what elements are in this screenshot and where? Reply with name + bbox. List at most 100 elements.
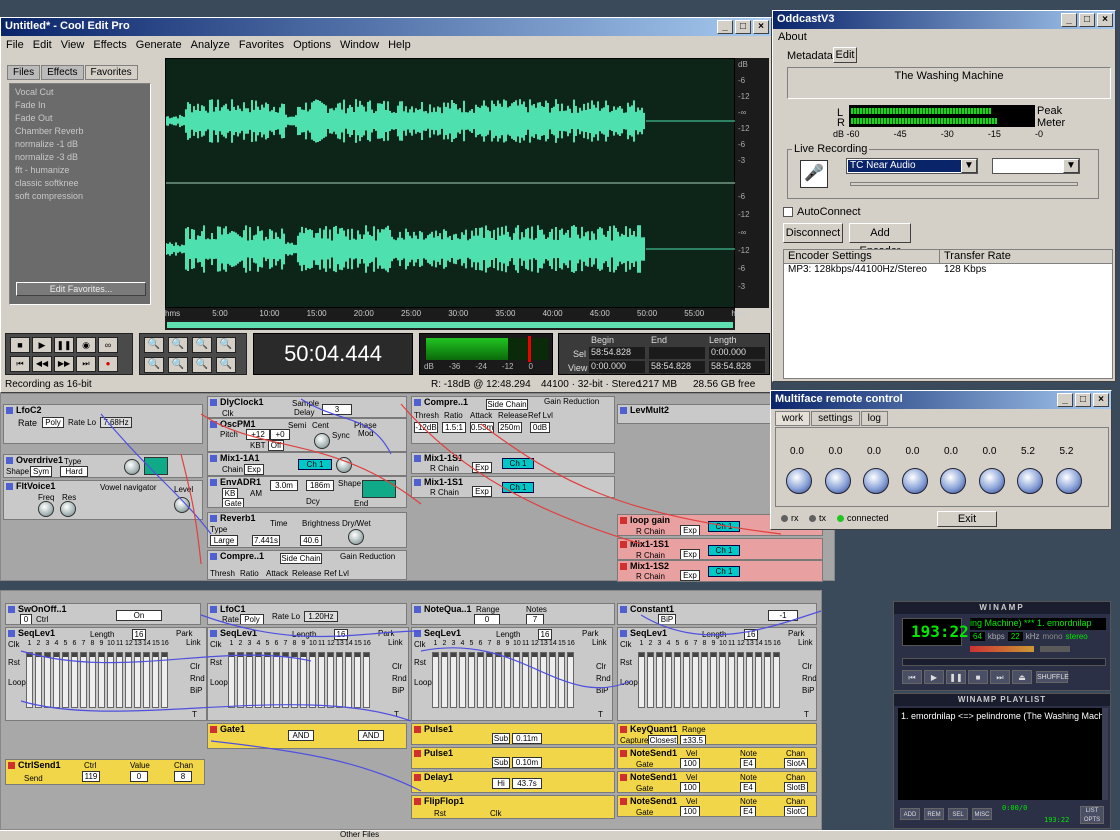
module-envadr[interactable]: EnvADR1 KB Gate AM 3.0m 186m Shape Dcy E… [207,476,407,508]
step-slider[interactable] [255,652,262,708]
shuffle-button[interactable]: SHUFFLE [1036,671,1069,683]
tab-work[interactable]: work [775,411,811,426]
reverb-drywet-knob[interactable] [348,529,364,545]
favorite-item[interactable]: normalize -3 dB [15,152,145,165]
step-slider[interactable] [450,652,457,708]
step-slider[interactable] [719,652,726,708]
module-mix1-1s1-a[interactable]: Mix1-1S1 R Chain Exp Ch 1 [411,452,615,474]
step-slider[interactable] [728,652,735,708]
minimize-button[interactable]: _ [1061,13,1077,27]
maximize-button[interactable]: □ [1075,393,1091,407]
fltvoice-level-knob[interactable] [174,497,190,513]
playlist-rem-button[interactable]: REM [924,808,944,820]
step-slider[interactable] [683,652,690,708]
step-slider[interactable] [441,652,448,708]
favorite-item[interactable]: Fade Out [15,113,145,126]
module-mix1-1a1[interactable]: Mix1-1A1 Chain Exp Ch 1 [207,452,407,476]
edit-favorites-button[interactable]: Edit Favorites... [16,282,146,296]
step-slider[interactable] [89,652,96,708]
step-slider[interactable] [656,652,663,708]
step-slider[interactable] [674,652,681,708]
module-constant[interactable]: Constant1 BiP -1 [617,603,817,625]
step-slider[interactable] [62,652,69,708]
volume-slider[interactable] [850,182,1078,186]
fltvoice-res-knob[interactable] [60,501,76,517]
rewind-icon[interactable]: ◀◀ [32,356,52,372]
step-slider[interactable] [504,652,511,708]
second-select[interactable]: ▼ [992,158,1080,174]
menu-generate[interactable]: Generate [136,39,182,51]
module-flipflop[interactable]: FlipFlop1 Rst Clk [411,795,615,819]
step-slider[interactable] [737,652,744,708]
module-ctrlsend[interactable]: CtrlSend1 Send Ctrl 119 Value 0 Chan 8 [5,759,205,785]
step-slider[interactable] [282,652,289,708]
step-slider[interactable] [540,652,547,708]
step-slider[interactable] [98,652,105,708]
step-sliders[interactable] [26,652,168,708]
step-slider[interactable] [327,652,334,708]
go-end-icon[interactable]: ⏭ [76,356,96,372]
module-delay1[interactable]: Delay1 Hi 43.7s [411,771,615,793]
favorite-item[interactable]: Vocal Cut [15,87,145,100]
step-slider[interactable] [638,652,645,708]
microphone-icon[interactable]: 🎤 [800,160,828,188]
zoom-in-icon[interactable]: 🔍 [144,337,164,353]
view-length[interactable]: 58:54.828 [709,361,765,373]
step-slider[interactable] [26,652,33,708]
module-fltvoice[interactable]: FltVoice1 Freq Res Vowel navigator Level [3,480,203,520]
cooledit-titlebar[interactable]: Untitled* - Cool Edit Pro _ □ × [1,18,771,36]
step-slider[interactable] [116,652,123,708]
module-keyquant[interactable]: KeyQuant1 Range Capture Closest ±33.5 [617,723,817,745]
step-slider[interactable] [531,652,538,708]
favorite-item[interactable]: classic softknee [15,178,145,191]
zoom-sel-icon[interactable]: 🔍 [144,357,164,373]
step-slider[interactable] [300,652,307,708]
zoom-in-left-icon[interactable]: 🔍 [216,337,236,353]
menu-favorites[interactable]: Favorites [239,39,284,51]
step-slider[interactable] [363,652,370,708]
play-icon[interactable]: ▶ [924,670,944,684]
module-pulse2[interactable]: Pulse1 Sub 0.10m [411,747,615,769]
close-button[interactable]: × [753,20,769,34]
tab-log[interactable]: log [860,411,888,426]
module-overdrive[interactable]: Overdrive1 Shape Sym Type Hard [3,454,203,478]
device-select[interactable]: TC Near Audio ▼ [846,158,978,174]
overdrive-knob[interactable] [124,459,140,475]
step-slider[interactable] [513,652,520,708]
module-lfoc1[interactable]: LfoC1 Rate Poly Rate Lo 1.20Hz [207,603,407,625]
oddcast-titlebar[interactable]: OddcastV3 _ □ × [773,11,1115,29]
module-levmult[interactable]: LevMult2 [617,404,773,424]
chevron-down-icon[interactable]: ▼ [1063,159,1079,173]
module-notesend[interactable]: NoteSend1 Gate Vel 100 Note E4 Chan SlotA [617,747,817,769]
taskbar-item-other-files[interactable]: Other Files [340,830,379,839]
pause-icon[interactable]: ❚❚ [946,670,966,684]
step-slider[interactable] [710,652,717,708]
playlist-titlebar[interactable]: WINAMP PLAYLIST [894,694,1110,706]
module-compressor-a[interactable]: Compre..1 Side Chain Gain Reduction Thre… [411,396,615,444]
seek-bar[interactable] [902,658,1106,666]
module-mix1-1s1-b[interactable]: Mix1-1S1 R Chain Exp Ch 1 [411,476,615,498]
step-slider[interactable] [477,652,484,708]
gain-knob[interactable] [940,468,966,494]
minimize-button[interactable]: _ [717,20,733,34]
step-slider[interactable] [468,652,475,708]
go-start-icon[interactable]: ⏮ [10,356,30,372]
step-slider[interactable] [237,652,244,708]
module-gate1[interactable]: Gate1 AND AND [207,723,407,749]
menu-view[interactable]: View [61,39,85,51]
autoconnect-checkbox[interactable] [783,207,793,217]
menu-file[interactable]: File [6,39,24,51]
step-slider[interactable] [125,652,132,708]
module-seqlev[interactable]: SeqLev1 Length 16 Park Link Clk Rst Loop Clr Rnd B… [207,627,409,721]
tab-settings[interactable]: settings [811,411,860,426]
step-slider[interactable] [318,652,325,708]
view-end[interactable]: 58:54.828 [649,361,705,373]
step-slider[interactable] [134,652,141,708]
step-slider[interactable] [764,652,771,708]
module-seqlev[interactable]: SeqLev1 Length 16 Park Link Clk Rst Loop Clr Rnd B… [411,627,613,721]
step-slider[interactable] [53,652,60,708]
menu-analyze[interactable]: Analyze [191,39,230,51]
step-slider[interactable] [309,652,316,708]
menu-edit[interactable]: Edit [33,39,52,51]
step-slider[interactable] [143,652,150,708]
